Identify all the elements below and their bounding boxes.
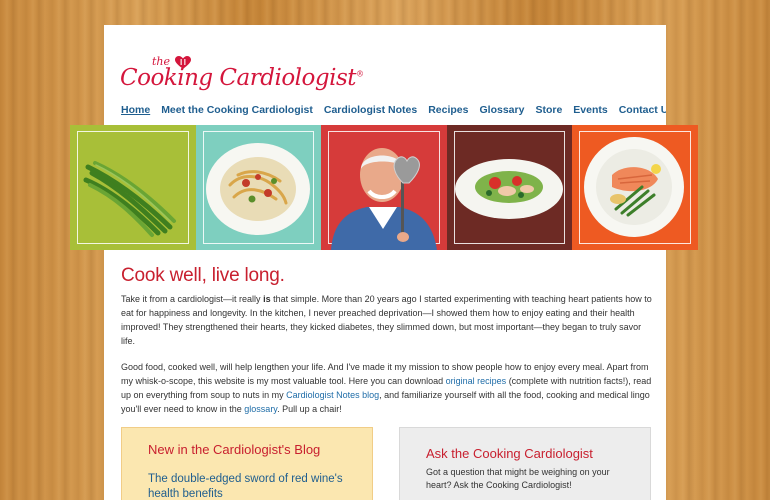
nav-store[interactable]: Store — [535, 104, 562, 116]
banner-panel-chef — [321, 125, 447, 250]
blog-post-link[interactable]: The double-edged sword of red wine's hea… — [148, 472, 358, 500]
blog-box: New in the Cardiologist's Blog The doubl… — [121, 427, 373, 500]
logo-wordmark: Cooking Cardiologist® — [120, 65, 364, 91]
hero-banner — [70, 125, 698, 250]
original-recipes-link[interactable]: original recipes — [446, 376, 507, 386]
nav-recipes[interactable]: Recipes — [428, 104, 468, 116]
pasta-plate-icon — [205, 143, 310, 235]
nav-glossary[interactable]: Glossary — [479, 104, 524, 116]
nav-contact-us[interactable]: Contact Us — [619, 104, 666, 116]
cardiologist-notes-blog-link[interactable]: Cardiologist Notes blog — [286, 390, 379, 400]
banner-panel-salmon — [572, 125, 698, 250]
banner-panel-pasta — [195, 125, 322, 250]
page-headline: Cook well, live long. — [121, 265, 285, 286]
intro-content: Cook well, live long. Take it from a car… — [121, 265, 655, 416]
blog-box-title: New in the Cardiologist's Blog — [148, 442, 321, 457]
green-beans-icon — [83, 161, 176, 237]
intro-paragraph-1: Take it from a cardiologist—it really is… — [121, 294, 652, 346]
ask-box-text: Got a question that might be weighing on… — [426, 467, 610, 490]
nav-home[interactable]: Home — [121, 104, 150, 116]
nav-events[interactable]: Events — [573, 104, 607, 116]
page-container: the Cooking Cardiologist® Home Meet the … — [104, 25, 666, 500]
banner-panel-salad — [446, 125, 573, 250]
intro-paragraph-2: Good food, cooked well, will help length… — [121, 362, 652, 414]
salad-plate-icon — [454, 159, 563, 219]
ask-box: Ask the Cooking Cardiologist Got a quest… — [399, 427, 651, 500]
nav-cardiologist-notes[interactable]: Cardiologist Notes — [324, 104, 417, 116]
main-nav: Home Meet the Cooking Cardiologist Cardi… — [121, 104, 666, 116]
banner-panel-green-beans — [70, 125, 196, 250]
nav-meet-the-cooking-cardiologist[interactable]: Meet the Cooking Cardiologist — [161, 104, 313, 116]
site-logo[interactable]: the Cooking Cardiologist® — [120, 55, 364, 105]
glossary-link[interactable]: glossary — [244, 404, 277, 414]
chef-with-heart-spatula-icon — [331, 148, 438, 250]
ask-box-title[interactable]: Ask the Cooking Cardiologist — [426, 446, 593, 461]
salmon-plate-icon — [584, 137, 685, 237]
